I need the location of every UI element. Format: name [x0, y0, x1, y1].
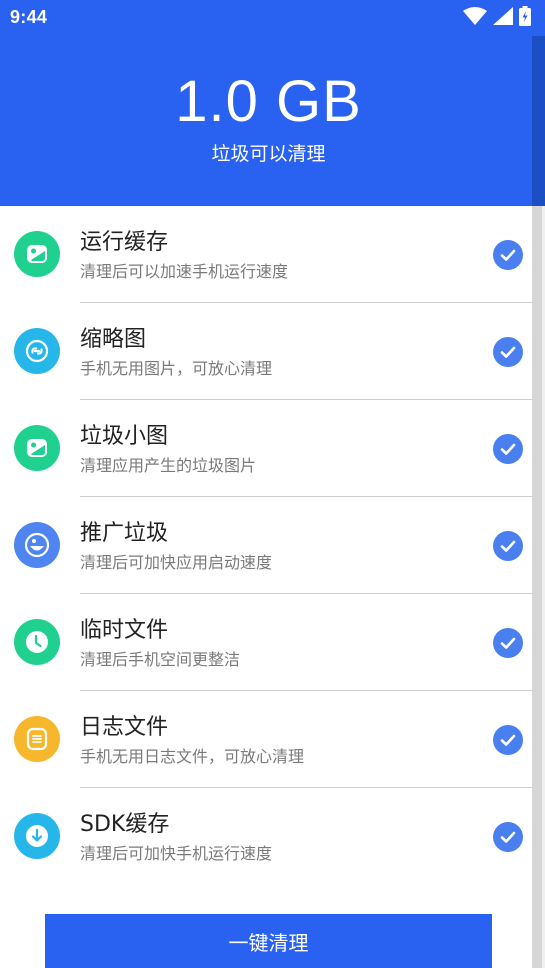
check-icon[interactable] [493, 337, 523, 367]
list-item[interactable]: SDK缓存 清理后可加快手机运行速度 [0, 788, 532, 885]
list-item[interactable]: 垃圾小图 清理应用产生的垃圾图片 [0, 400, 532, 497]
item-title: 推广垃圾 [80, 521, 169, 546]
item-title: 垃圾小图 [80, 424, 169, 449]
signal-icon [493, 7, 513, 29]
list-item[interactable]: 日志文件 手机无用日志文件，可放心清理 [0, 691, 532, 788]
check-icon[interactable] [493, 628, 523, 658]
list-item[interactable]: 推广垃圾 清理后可加快应用启动速度 [0, 497, 532, 594]
status-bar: 9:44 [0, 0, 545, 36]
log-icon [14, 716, 60, 762]
item-description: 清理后可加快应用启动速度 [80, 553, 273, 572]
item-description: 清理应用产生的垃圾图片 [80, 456, 257, 475]
download-icon [14, 813, 60, 859]
item-description: 手机无用日志文件，可放心清理 [80, 747, 305, 766]
item-description: 清理后手机空间更整洁 [80, 650, 241, 669]
item-title: SDK缓存 [80, 812, 170, 837]
wifi-icon [463, 7, 487, 29]
camera-icon [14, 522, 60, 568]
clock-icon [14, 619, 60, 665]
photo-icon [14, 231, 60, 277]
check-icon[interactable] [493, 822, 523, 852]
list-item[interactable]: 运行缓存 清理后可以加速手机运行速度 [0, 206, 532, 303]
check-icon[interactable] [493, 434, 523, 464]
item-title: 日志文件 [80, 715, 169, 740]
junk-category-list: 运行缓存 清理后可以加速手机运行速度 缩略图 手机无用图片，可放心清理 垃圾小图… [0, 206, 532, 885]
scrollbar-lower [532, 206, 542, 968]
check-icon[interactable] [493, 531, 523, 561]
check-icon[interactable] [493, 725, 523, 755]
link-icon [14, 328, 60, 374]
summary-header: 9:44 1.0 GB 垃圾可以清理 [0, 0, 545, 206]
screen: 9:44 1.0 GB 垃圾可以清理 运行缓存 清理后可以加速手机运行速度 缩略… [0, 0, 545, 968]
junk-size-caption: 垃圾可以清理 [211, 143, 326, 165]
status-time: 9:44 [10, 7, 48, 27]
check-icon[interactable] [493, 240, 523, 270]
list-item[interactable]: 临时文件 清理后手机空间更整洁 [0, 594, 532, 691]
item-description: 清理后可以加速手机运行速度 [80, 262, 289, 281]
item-title: 临时文件 [80, 618, 169, 643]
item-title: 缩略图 [80, 327, 147, 352]
item-description: 手机无用图片，可放心清理 [80, 359, 273, 378]
list-item[interactable]: 缩略图 手机无用图片，可放心清理 [0, 303, 532, 400]
junk-size: 1.0 GB [175, 69, 362, 134]
photo-icon [14, 425, 60, 471]
item-title: 运行缓存 [80, 230, 169, 255]
one-click-clean-button[interactable]: 一键清理 [45, 914, 492, 968]
battery-charging-icon [519, 6, 531, 30]
item-description: 清理后可加快手机运行速度 [80, 844, 273, 863]
status-icons [463, 6, 531, 30]
scrollbar-thumb[interactable] [532, 36, 545, 206]
